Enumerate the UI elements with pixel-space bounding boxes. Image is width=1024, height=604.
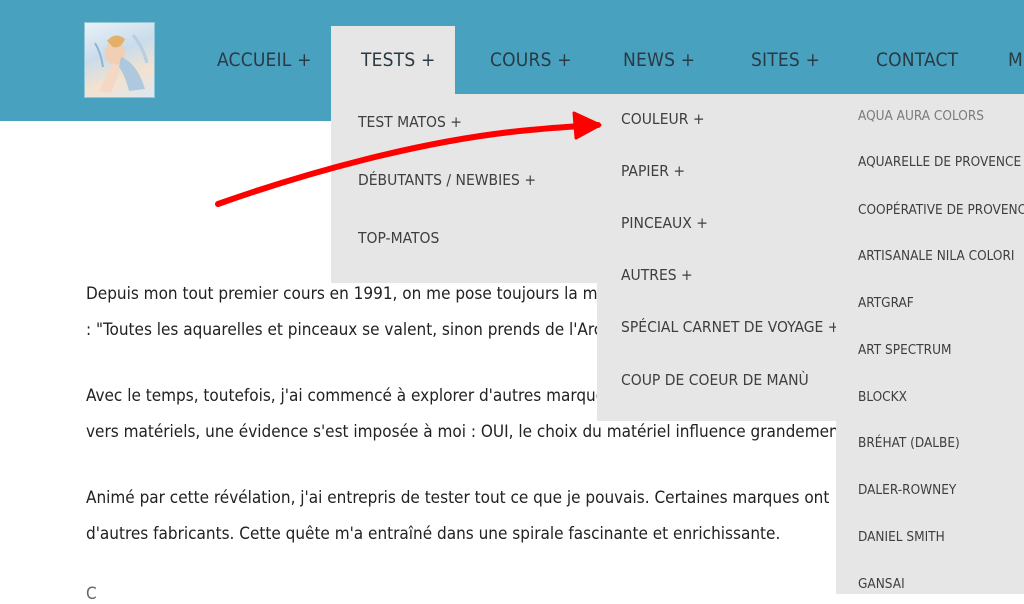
- paragraph-line: Avec le temps, toutefois, j'ai commencé …: [86, 386, 606, 406]
- paragraph-line: Depuis mon tout premier cours en 1991, o…: [86, 284, 607, 304]
- brand-item[interactable]: DANIEL SMITH: [858, 529, 945, 545]
- menu-item-debutants[interactable]: DÉBUTANTS / NEWBIES +: [358, 171, 536, 189]
- menu-item-special-carnet[interactable]: SPÉCIAL CARNET DE VOYAGE +: [621, 318, 839, 336]
- nav-accueil[interactable]: ACCUEIL +: [217, 26, 312, 94]
- brand-item[interactable]: ART SPECTRUM: [858, 342, 951, 358]
- paragraph-line: : "Toutes les aquarelles et pinceaux se …: [86, 320, 603, 340]
- menu-item-top-matos[interactable]: TOP-MATOS: [358, 229, 439, 247]
- brand-item[interactable]: AQUARELLE DE PROVENCE: [858, 154, 1021, 170]
- nav-contact[interactable]: CONTACT: [876, 26, 958, 94]
- nav-sites[interactable]: SITES +: [751, 26, 820, 94]
- menu-item-pinceaux[interactable]: PINCEAUX +: [621, 214, 708, 232]
- brand-item[interactable]: COOPÉRATIVE DE PROVENCE: [858, 202, 1024, 218]
- brand-item[interactable]: DALER-ROWNEY: [858, 482, 956, 498]
- couleur-submenu: AQUA AURA COLORS AQUARELLE DE PROVENCE C…: [836, 94, 1024, 594]
- menu-item-autres[interactable]: AUTRES +: [621, 266, 693, 284]
- menu-item-couleur[interactable]: COULEUR +: [621, 110, 705, 128]
- nav-tests[interactable]: TESTS +: [331, 26, 455, 94]
- paragraph-line: vers matériels, une évidence s'est impos…: [86, 422, 845, 442]
- paragraph-line: d'autres fabricants. Cette quête m'a ent…: [86, 524, 781, 544]
- brand-item[interactable]: AQUA AURA COLORS: [858, 108, 984, 124]
- logo-illustration: [94, 34, 149, 93]
- menu-item-papier[interactable]: PAPIER +: [621, 162, 685, 180]
- brand-item[interactable]: ARTISANALE NILA COLORI: [858, 248, 1015, 264]
- brand-item[interactable]: BLOCKX: [858, 389, 907, 405]
- paragraph-line: Animé par cette révélation, j'ai entrepr…: [86, 488, 830, 508]
- nav-cours[interactable]: COURS +: [490, 26, 572, 94]
- brand-item[interactable]: BRÉHAT (DALBE): [858, 435, 960, 451]
- brand-item[interactable]: GANSAI: [858, 576, 905, 592]
- menu-item-coup-de-coeur[interactable]: COUP DE COEUR DE MANÙ: [621, 371, 809, 389]
- menu-item-test-matos[interactable]: TEST MATOS +: [358, 113, 462, 131]
- nav-more[interactable]: M: [1008, 26, 1023, 94]
- test-matos-submenu: COULEUR + PAPIER + PINCEAUX + AUTRES + S…: [597, 94, 839, 421]
- paragraph-line-cutoff: C: [86, 584, 102, 604]
- nav-news[interactable]: NEWS +: [623, 26, 695, 94]
- site-logo[interactable]: [85, 23, 154, 97]
- tests-dropdown: TEST MATOS + DÉBUTANTS / NEWBIES + TOP-M…: [331, 94, 597, 283]
- brand-item[interactable]: ARTGRAF: [858, 295, 914, 311]
